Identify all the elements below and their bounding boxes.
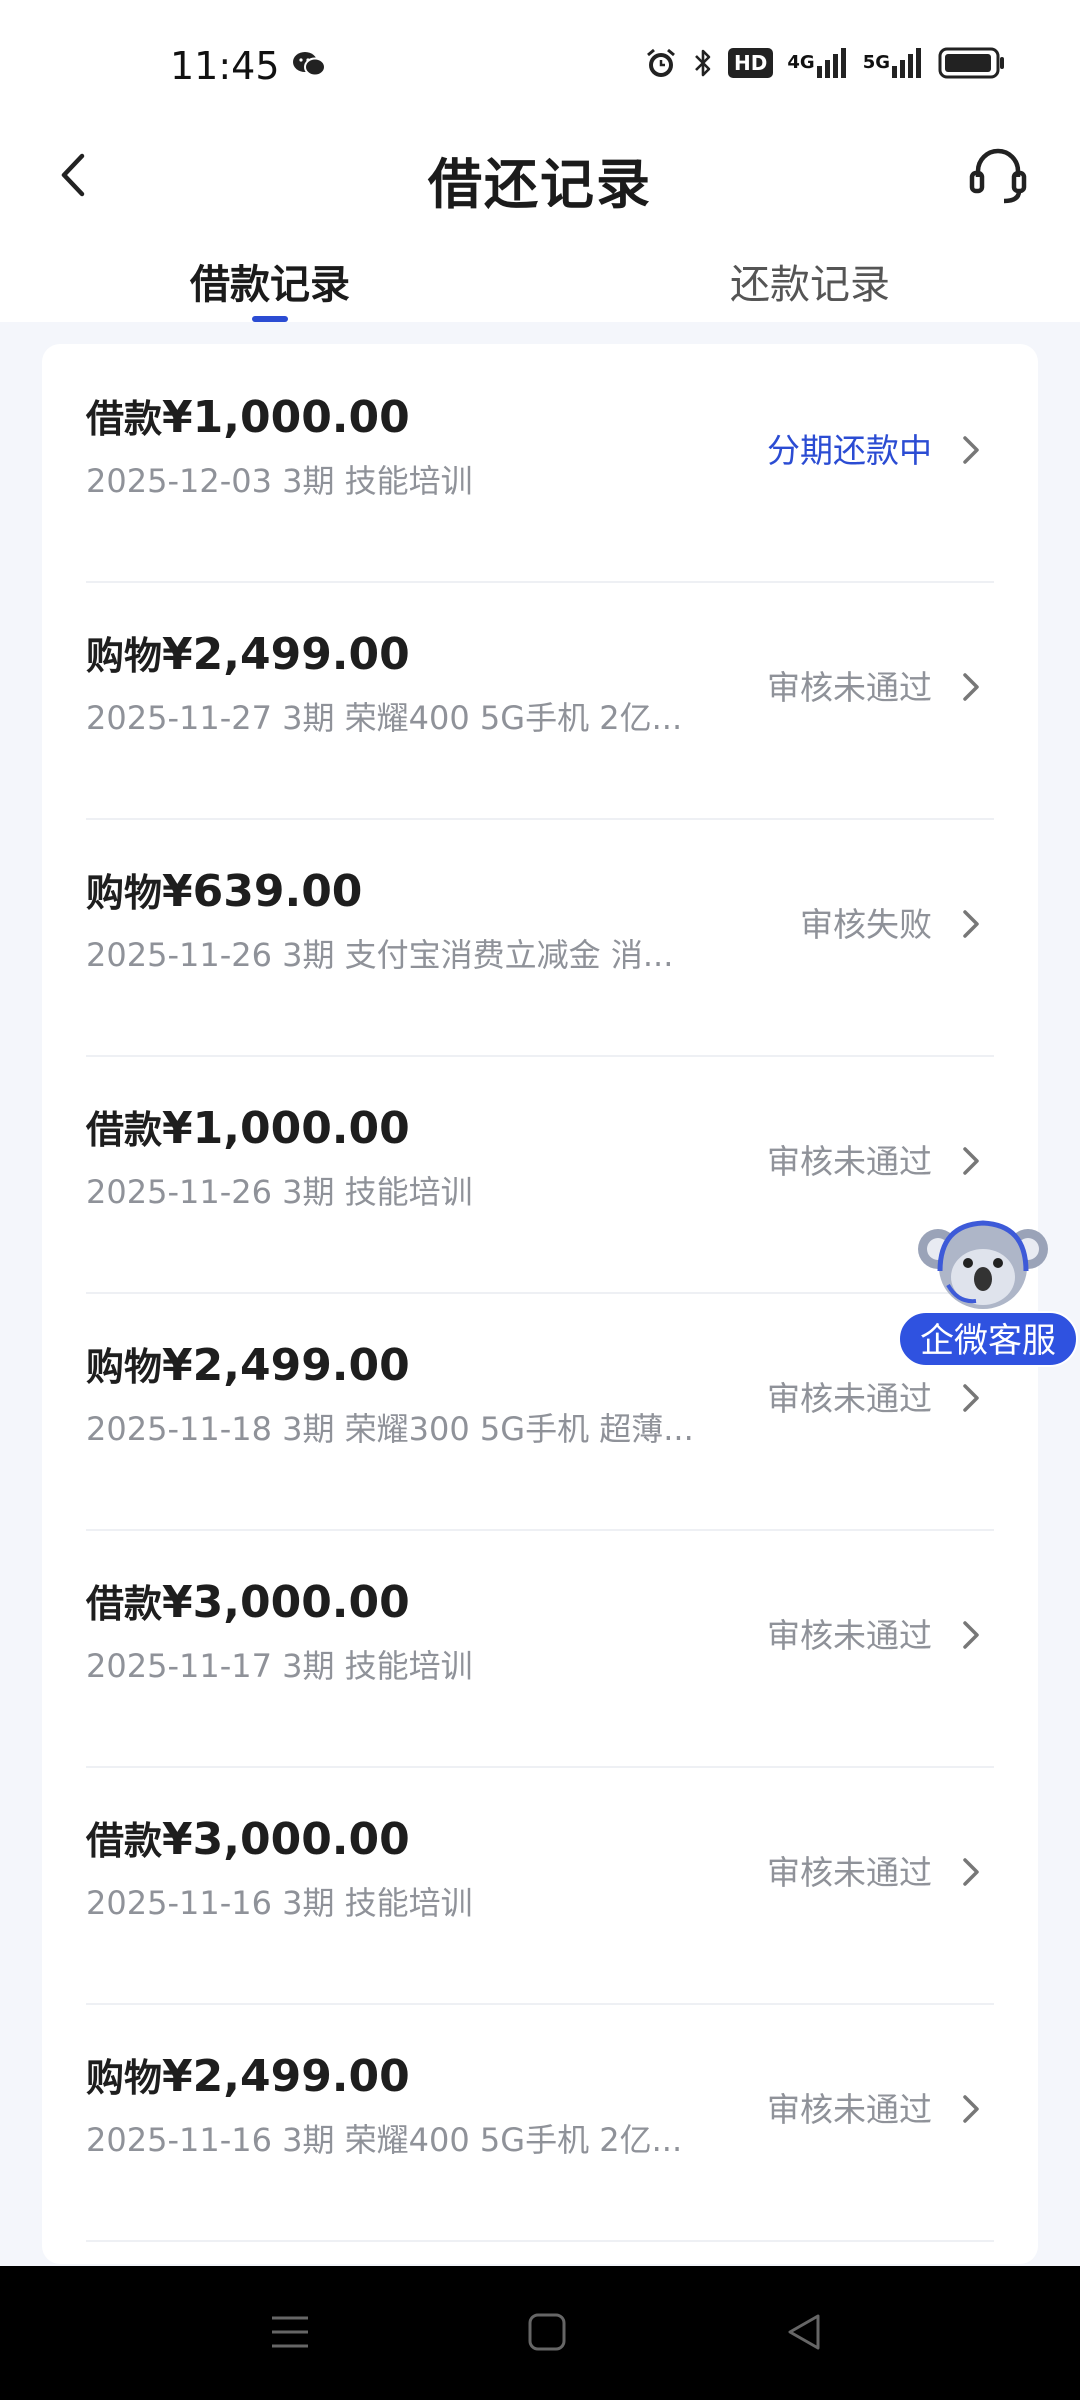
record-amount: 购物¥2,499.00 [86, 2047, 410, 2102]
record-subtitle: 2025-11-18 3期 荣耀300 5G手机 超薄... [86, 1410, 694, 1448]
battery-icon [938, 47, 1006, 79]
record-subtitle: 2025-11-17 3期 技能培训 [86, 1647, 473, 1685]
record-subtitle: 2025-11-16 3期 荣耀400 5G手机 2亿... [86, 2121, 683, 2159]
record-amount-value: ¥2,499.00 [162, 2051, 410, 2102]
wechat-icon [292, 50, 326, 82]
record-row[interactable]: 借款¥1,000.00 2025-11-26 3期 技能培训 审核未通过 [86, 1055, 994, 1294]
record-amount: 借款¥1,000.00 [86, 388, 410, 443]
signal-4g-icon: 4G [787, 48, 848, 78]
record-amount: 借款¥3,000.00 [86, 1810, 410, 1865]
record-amount: 购物¥639.00 [86, 862, 362, 917]
alarm-icon [644, 46, 678, 80]
tab-repay-records[interactable]: 还款记录 [730, 252, 890, 310]
record-subtitle: 2025-11-26 3期 支付宝消费立减金 消... [86, 936, 674, 974]
record-type: 购物 [86, 2056, 163, 2100]
record-amount-value: ¥1,000.00 [162, 1103, 410, 1154]
chevron-right-icon [963, 1858, 979, 1886]
tab-borrow-records[interactable]: 借款记录 [190, 252, 350, 310]
record-status: 审核未通过 [767, 1616, 932, 1655]
record-status: 分期还款中 [767, 431, 932, 470]
record-type: 购物 [86, 871, 163, 915]
record-type: 借款 [86, 1819, 163, 1863]
record-amount-value: ¥3,000.00 [162, 1577, 410, 1628]
wecom-service-label: 企微客服 [898, 1311, 1078, 1367]
record-row[interactable]: 购物¥2,499.00 2025-11-16 3期 荣耀400 5G手机 2亿.… [86, 2003, 994, 2242]
chevron-right-icon [963, 673, 979, 701]
record-row[interactable]: 购物¥2,499.00 2025-11-27 3期 荣耀400 5G手机 2亿.… [86, 581, 994, 820]
record-subtitle: 2025-12-03 3期 技能培训 [86, 462, 473, 500]
signal-5g-icon: 5G [863, 48, 924, 78]
tab-active-indicator [252, 316, 288, 322]
record-amount-value: ¥1,000.00 [162, 392, 410, 443]
bluetooth-icon [692, 46, 714, 80]
record-status: 审核未通过 [767, 1853, 932, 1892]
home-square-icon[interactable] [525, 2310, 569, 2354]
status-bar: 11:45 HD 4G 5G [0, 0, 1080, 120]
record-amount-value: ¥639.00 [162, 866, 363, 917]
wecom-service-float[interactable]: 企微客服 [898, 1215, 1080, 1367]
record-type: 借款 [86, 397, 163, 441]
back-triangle-icon[interactable] [782, 2310, 826, 2354]
record-subtitle: 2025-11-26 3期 技能培训 [86, 1173, 473, 1211]
record-amount: 借款¥3,000.00 [86, 1573, 410, 1628]
chevron-right-icon [963, 1384, 979, 1412]
record-amount-value: ¥2,499.00 [162, 629, 410, 680]
record-amount: 借款¥1,000.00 [86, 1099, 410, 1154]
chevron-right-icon [963, 910, 979, 938]
record-status: 审核未通过 [767, 1379, 932, 1418]
record-type: 购物 [86, 1345, 163, 1389]
record-status: 审核失败 [800, 905, 932, 944]
record-amount-value: ¥2,499.00 [162, 1340, 410, 1391]
record-status: 审核未通过 [767, 1142, 932, 1181]
net-label-5g: 5G [862, 52, 890, 73]
record-status: 审核未通过 [767, 668, 932, 707]
net-label-4g: 4G [787, 52, 815, 73]
chevron-right-icon [963, 2095, 979, 2123]
menu-icon[interactable] [268, 2310, 312, 2354]
page-title: 借还记录 [428, 153, 652, 216]
top-area: 11:45 HD 4G 5G 借还记录 借款记录 还款记录 [0, 0, 1080, 322]
record-status: 审核未通过 [767, 2090, 932, 2129]
status-time: 11:45 [170, 44, 280, 88]
record-row[interactable]: 借款¥3,000.00 2025-11-17 3期 技能培训 审核未通过 [86, 1529, 994, 1768]
record-amount: 购物¥2,499.00 [86, 625, 410, 680]
record-type: 购物 [86, 634, 163, 678]
system-nav-bar [0, 2266, 1080, 2400]
customer-service-button[interactable] [966, 143, 1030, 207]
record-row[interactable]: 借款¥3,000.00 2025-11-16 3期 技能培训 审核未通过 [86, 1766, 994, 2005]
koala-mascot-icon [918, 1220, 1048, 1309]
chevron-right-icon [963, 1621, 979, 1649]
record-row[interactable]: 借款¥1,000.00 2025-12-03 3期 技能培训 分期还款中 [86, 344, 994, 583]
record-amount: 购物¥2,499.00 [86, 1336, 410, 1391]
record-row[interactable]: 购物¥639.00 2025-11-26 3期 支付宝消费立减金 消... 审核… [86, 818, 994, 1057]
chevron-right-icon [963, 1147, 979, 1175]
record-subtitle: 2025-11-27 3期 荣耀400 5G手机 2亿... [86, 699, 683, 737]
hd-voice-icon: HD [728, 48, 774, 78]
record-subtitle: 2025-11-16 3期 技能培训 [86, 1884, 473, 1922]
record-type: 借款 [86, 1108, 163, 1152]
record-amount-value: ¥3,000.00 [162, 1814, 410, 1865]
record-row[interactable]: 购物¥2,499.00 2025-11-18 3期 荣耀300 5G手机 超薄.… [86, 1292, 994, 1531]
records-list: 借款¥1,000.00 2025-12-03 3期 技能培训 分期还款中 购物¥… [42, 344, 1038, 2264]
record-type: 借款 [86, 1582, 163, 1626]
chevron-right-icon [963, 436, 979, 464]
headset-icon [969, 148, 1027, 204]
